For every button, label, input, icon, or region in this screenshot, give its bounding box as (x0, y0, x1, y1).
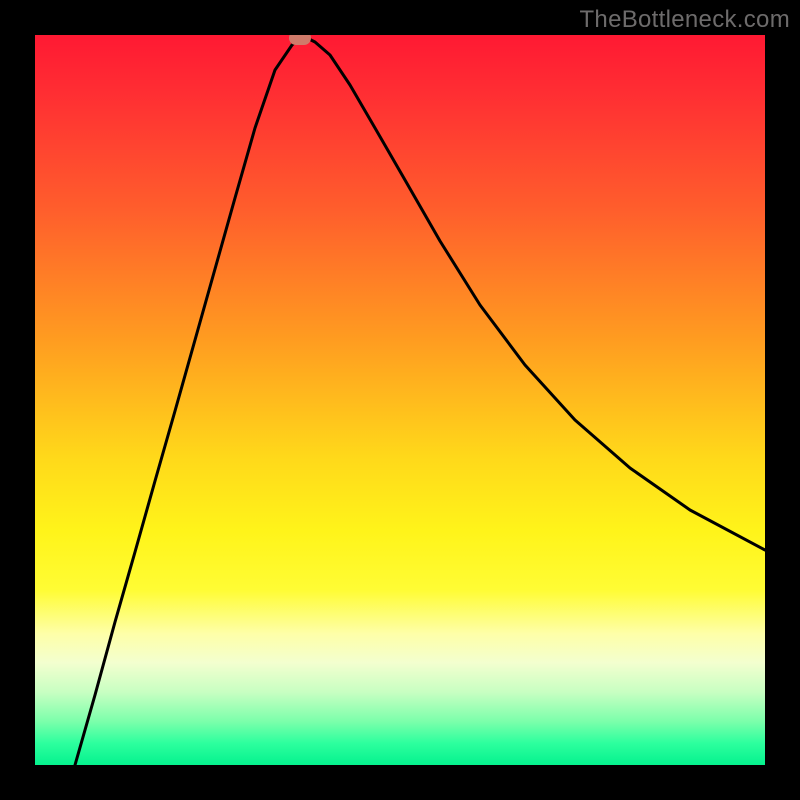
optimal-point-marker (289, 35, 311, 45)
plot-area (35, 35, 765, 765)
curve-svg (35, 35, 765, 765)
chart-frame: TheBottleneck.com (0, 0, 800, 800)
watermark-text: TheBottleneck.com (579, 6, 790, 34)
bottleneck-curve (75, 38, 765, 765)
